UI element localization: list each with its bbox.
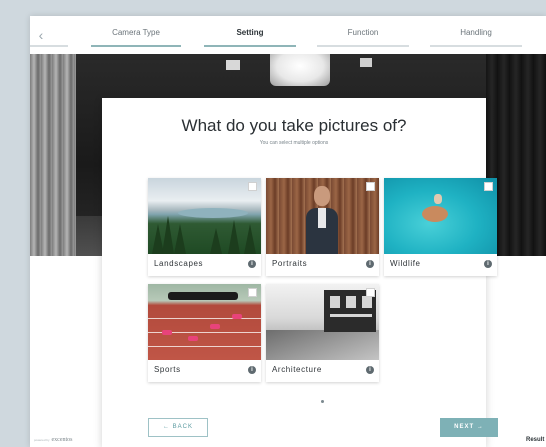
- result-link[interactable]: Result: [526, 437, 544, 443]
- ground: [266, 330, 379, 360]
- option-wildlife[interactable]: Wildlife i: [384, 178, 497, 276]
- window: [346, 296, 356, 308]
- running-shoe: [188, 336, 198, 341]
- window: [330, 314, 372, 317]
- option-label: Portraits: [272, 259, 308, 268]
- step-label: Camera Type: [112, 28, 160, 37]
- portrait-photo: [266, 178, 379, 254]
- info-icon[interactable]: i: [248, 366, 256, 374]
- running-shoe: [232, 314, 242, 319]
- option-checkbox[interactable]: [248, 182, 257, 191]
- brand-name: excentos: [51, 437, 73, 443]
- person-head: [314, 186, 330, 206]
- studio-light: [270, 54, 330, 86]
- next-button[interactable]: NEXT →: [440, 418, 498, 437]
- studio-lamp: [226, 60, 240, 70]
- window: [330, 296, 340, 308]
- option-sports[interactable]: Sports i: [148, 284, 261, 382]
- question-title: What do you take pictures of?: [181, 116, 407, 135]
- architecture-photo: [266, 284, 379, 360]
- tree: [210, 228, 222, 254]
- sports-photo: [148, 284, 261, 360]
- question-subtitle: You can select multiple options: [259, 140, 329, 146]
- tree: [174, 224, 186, 254]
- step-navigation: ‹ Camera Type Setting Function Handling: [30, 16, 546, 54]
- window: [362, 296, 372, 308]
- chevron-left-icon[interactable]: ‹: [34, 26, 48, 44]
- brand-prefix: powered by: [34, 438, 50, 442]
- step-progress-line: [30, 45, 68, 47]
- running-shoe: [162, 330, 172, 335]
- step-underline: [91, 45, 181, 47]
- step-label: Setting: [236, 28, 264, 37]
- track-lane: [148, 318, 261, 319]
- step-camera-type[interactable]: Camera Type: [91, 16, 181, 54]
- info-icon[interactable]: i: [366, 260, 374, 268]
- step-underline: [204, 45, 296, 47]
- track-lane: [148, 346, 261, 347]
- pig-head: [434, 194, 442, 204]
- tree: [162, 216, 174, 254]
- landscape-photo: [148, 178, 261, 254]
- brand-logo[interactable]: powered by excentos: [34, 437, 73, 443]
- step-label: Function: [347, 28, 379, 37]
- wildlife-photo: [384, 178, 497, 254]
- step-underline: [430, 45, 522, 47]
- studio-lamp: [360, 58, 372, 67]
- tree: [244, 224, 256, 254]
- option-label: Architecture: [272, 365, 322, 374]
- curtain-left: [30, 54, 76, 256]
- option-label: Sports: [154, 365, 181, 374]
- app-frame: ‹ Camera Type Setting Function Handling …: [30, 16, 546, 447]
- page-indicator-dot: [321, 400, 324, 403]
- step-setting[interactable]: Setting: [204, 16, 296, 54]
- lake: [178, 208, 248, 218]
- option-portraits[interactable]: Portraits i: [266, 178, 379, 276]
- option-checkbox[interactable]: [366, 288, 375, 297]
- option-landscapes[interactable]: Landscapes i: [148, 178, 261, 276]
- option-label: Landscapes: [154, 259, 204, 268]
- option-label: Wildlife: [390, 259, 421, 268]
- option-checkbox[interactable]: [484, 182, 493, 191]
- question-card: What do you take pictures of? You can se…: [102, 98, 498, 447]
- back-button[interactable]: ← BACK: [148, 418, 208, 437]
- option-checkbox[interactable]: [366, 182, 375, 191]
- shirt: [318, 208, 326, 228]
- step-handling[interactable]: Handling: [430, 16, 522, 54]
- running-shoe: [210, 324, 220, 329]
- info-icon[interactable]: i: [248, 260, 256, 268]
- swimming-pig: [422, 206, 448, 222]
- info-icon[interactable]: i: [366, 366, 374, 374]
- info-icon[interactable]: i: [484, 260, 492, 268]
- step-underline: [317, 45, 409, 47]
- step-function[interactable]: Function: [317, 16, 409, 54]
- step-label: Handling: [460, 28, 492, 37]
- tree: [228, 220, 240, 254]
- runner: [168, 292, 238, 300]
- option-checkbox[interactable]: [248, 288, 257, 297]
- option-architecture[interactable]: Architecture i: [266, 284, 379, 382]
